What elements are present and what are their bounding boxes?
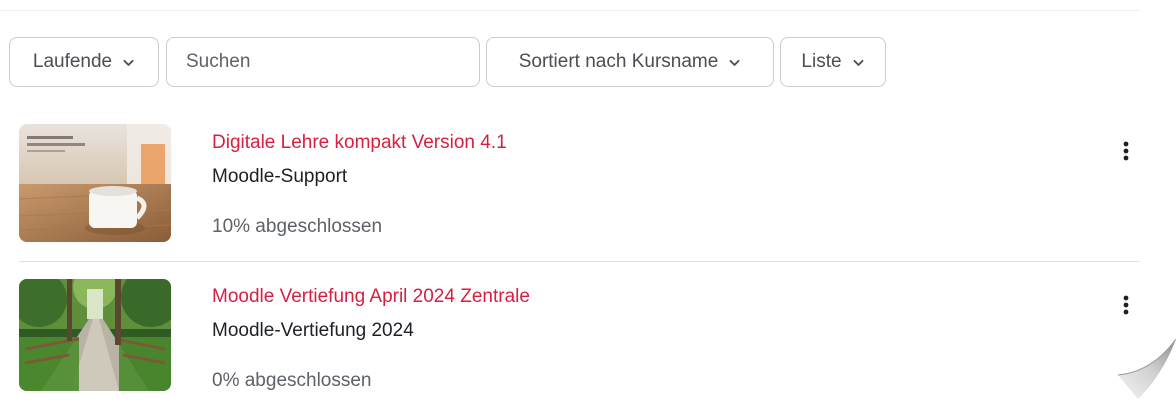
forest-path-image <box>19 279 171 391</box>
course-list-item: Digitale Lehre kompakt Version 4.1 Moodl… <box>0 111 1140 261</box>
view-dropdown[interactable]: Liste <box>780 37 886 87</box>
chevron-down-icon <box>123 59 134 66</box>
chevron-down-icon <box>853 59 864 66</box>
sort-dropdown[interactable]: Sortiert nach Kursname <box>486 37 774 87</box>
course-category: Moodle-Vertiefung 2024 <box>212 320 414 341</box>
course-title-link[interactable]: Moodle Vertiefung April 2024 Zentrale <box>212 286 530 308</box>
chevron-down-icon <box>729 59 740 66</box>
course-thumbnail-coffee[interactable] <box>19 124 171 242</box>
three-dots-vertical-icon <box>1123 295 1129 315</box>
grouping-dropdown[interactable]: Laufende <box>9 37 159 87</box>
course-actions-menu-button[interactable] <box>1112 137 1140 165</box>
top-divider <box>0 10 1140 11</box>
course-category: Moodle-Support <box>212 166 348 187</box>
course-title-link[interactable]: Digitale Lehre kompakt Version 4.1 <box>212 132 507 154</box>
course-list-item: Moodle Vertiefung April 2024 Zentrale Mo… <box>0 266 1140 416</box>
course-progress-text: 10% abgeschlossen <box>212 216 383 237</box>
page-curl-icon[interactable] <box>1110 339 1176 399</box>
sort-dropdown-label: Sortiert nach Kursname <box>518 51 719 72</box>
course-progress-text: 0% abgeschlossen <box>212 370 372 391</box>
course-thumbnail-forest[interactable] <box>19 279 171 391</box>
course-actions-menu-button[interactable] <box>1112 291 1140 319</box>
grouping-dropdown-label: Laufende <box>32 51 113 72</box>
view-dropdown-label: Liste <box>801 51 842 72</box>
three-dots-vertical-icon <box>1123 141 1129 161</box>
list-divider <box>19 261 1140 262</box>
coffee-cup-on-wooden-table-image <box>19 124 171 242</box>
search-input[interactable] <box>186 51 466 73</box>
search-field[interactable] <box>166 37 480 87</box>
